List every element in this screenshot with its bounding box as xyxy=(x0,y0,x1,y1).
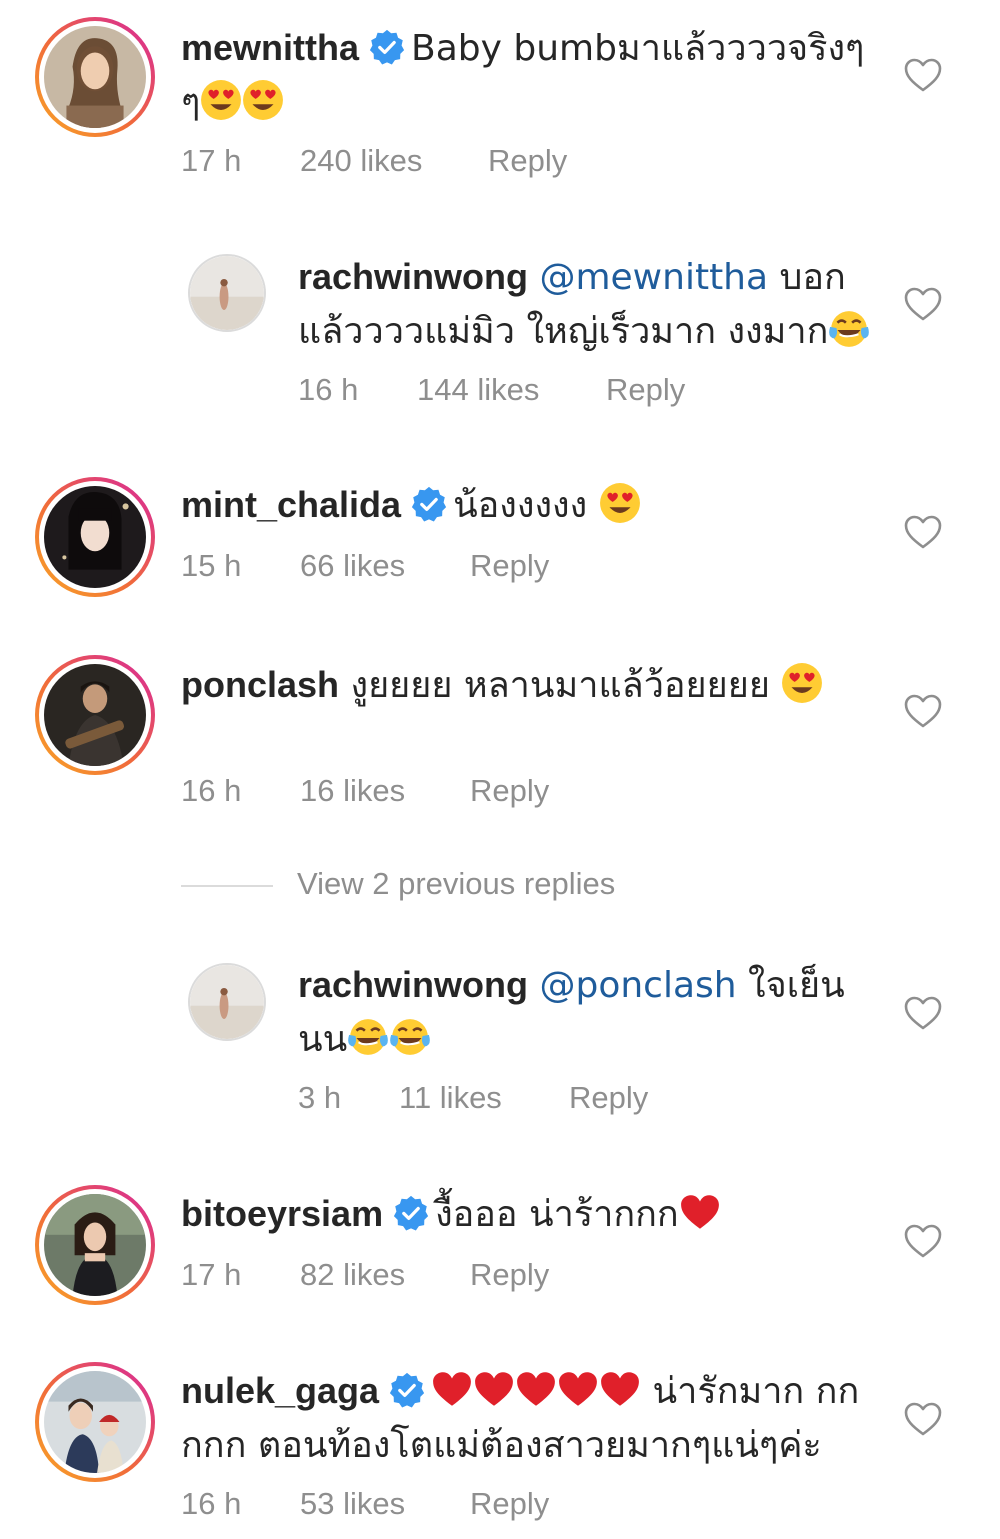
comment-meta: 17 h 240 likes Reply xyxy=(181,143,567,179)
heart-eyes-emoji-icon xyxy=(599,482,641,524)
reply-button[interactable]: Reply xyxy=(488,143,567,179)
divider xyxy=(181,884,273,887)
tears-of-joy-emoji-icon xyxy=(347,1016,389,1058)
verified-badge-icon xyxy=(369,29,405,65)
likes-count[interactable]: 240 likes xyxy=(300,143,488,179)
comment-text: mewnittha Baby bumbมาแล้ววววจริงๆ ๆ xyxy=(181,21,881,130)
heart-eyes-emoji-icon xyxy=(781,662,823,704)
username[interactable]: rachwinwong xyxy=(298,256,528,297)
likes-count[interactable]: 16 likes xyxy=(300,773,470,809)
heart-outline-icon[interactable] xyxy=(903,286,943,322)
likes-count[interactable]: 144 likes xyxy=(417,372,606,408)
username[interactable]: ponclash xyxy=(181,664,339,705)
tears-of-joy-emoji-icon xyxy=(389,1016,431,1058)
comment-meta: 15 h 66 likes Reply xyxy=(181,548,549,584)
avatar[interactable] xyxy=(35,17,155,137)
red-heart-emoji-icon xyxy=(431,1368,473,1410)
red-heart-emoji-icon xyxy=(679,1191,721,1233)
verified-badge-icon xyxy=(411,486,447,522)
comment-meta: 16 h 144 likes Reply xyxy=(298,372,685,408)
heart-eyes-emoji-icon xyxy=(242,79,284,121)
heart-outline-icon[interactable] xyxy=(903,693,943,729)
timestamp: 16 h xyxy=(181,773,242,808)
comment-meta: 17 h 82 likes Reply xyxy=(181,1257,549,1293)
timestamp: 17 h xyxy=(181,1257,242,1292)
timestamp: 17 h xyxy=(181,143,242,178)
comment-meta: 16 h 53 likes Reply xyxy=(181,1486,549,1522)
comment-text: mint_chalida น้องงงงง xyxy=(181,478,881,533)
reply-button[interactable]: Reply xyxy=(569,1080,648,1116)
comment-text: rachwinwong @ponclash ใจเย็น นน xyxy=(298,958,888,1067)
heart-outline-icon[interactable] xyxy=(903,995,943,1031)
red-heart-emoji-icon xyxy=(599,1368,641,1410)
comment-meta: 16 h 16 likes Reply xyxy=(181,773,549,809)
comment-body: น้องงงงง xyxy=(453,485,588,526)
comment-meta: 3 h 11 likes Reply xyxy=(298,1080,648,1116)
timestamp: 16 h xyxy=(298,372,359,407)
reply-button[interactable]: Reply xyxy=(470,1486,549,1522)
username[interactable]: rachwinwong xyxy=(298,964,528,1005)
reply-button[interactable]: Reply xyxy=(470,548,549,584)
red-heart-emoji-icon xyxy=(557,1368,599,1410)
reply-button[interactable]: Reply xyxy=(470,773,549,809)
heart-outline-icon[interactable] xyxy=(903,1223,943,1259)
username[interactable]: mewnittha xyxy=(181,27,359,68)
heart-outline-icon[interactable] xyxy=(903,57,943,93)
username[interactable]: nulek_gaga xyxy=(181,1370,379,1411)
tears-of-joy-emoji-icon xyxy=(828,308,870,350)
timestamp: 3 h xyxy=(298,1080,342,1115)
timestamp: 15 h xyxy=(181,548,242,583)
mention-link[interactable]: @mewnittha xyxy=(539,257,768,298)
avatar[interactable] xyxy=(188,254,266,332)
verified-badge-icon xyxy=(393,1195,429,1231)
likes-count[interactable]: 66 likes xyxy=(300,548,470,584)
likes-count[interactable]: 53 likes xyxy=(300,1486,470,1522)
reply-button[interactable]: Reply xyxy=(606,372,685,408)
reply-button[interactable]: Reply xyxy=(470,1257,549,1293)
avatar[interactable] xyxy=(35,655,155,775)
avatar[interactable] xyxy=(35,1362,155,1482)
view-previous-replies-label[interactable]: View 2 previous replies xyxy=(297,866,615,901)
heart-outline-icon[interactable] xyxy=(903,514,943,550)
red-heart-emoji-icon xyxy=(515,1368,557,1410)
comment-text: ponclash งูยยยย หลานมาแล้ว้อยยยย xyxy=(181,658,881,713)
heart-outline-icon[interactable] xyxy=(903,1401,943,1437)
timestamp: 16 h xyxy=(181,1486,242,1521)
comment-text: rachwinwong @mewnittha บอกแล้ววววแม่มิว … xyxy=(298,250,888,359)
username[interactable]: mint_chalida xyxy=(181,484,401,525)
comment-body: งูยยยย หลานมาแล้ว้อยยยย xyxy=(350,665,770,706)
verified-badge-icon xyxy=(389,1372,425,1408)
likes-count[interactable]: 11 likes xyxy=(399,1080,569,1116)
avatar[interactable] xyxy=(188,963,266,1041)
view-previous-replies[interactable]: View 2 previous replies xyxy=(181,866,615,902)
username[interactable]: bitoeyrsiam xyxy=(181,1193,383,1234)
comment-text: nulek_gaga น่ารักมาก กกกกก ตอนท้องโตแม่ต… xyxy=(181,1364,881,1473)
avatar[interactable] xyxy=(35,477,155,597)
mention-link[interactable]: @ponclash xyxy=(539,965,736,1006)
heart-eyes-emoji-icon xyxy=(200,79,242,121)
likes-count[interactable]: 82 likes xyxy=(300,1257,470,1293)
comment-text: bitoeyrsiam งื้อออ น่าร้ากกก xyxy=(181,1187,881,1242)
comment-body: งื้อออ น่าร้ากกก xyxy=(435,1194,679,1235)
red-heart-emoji-icon xyxy=(473,1368,515,1410)
avatar[interactable] xyxy=(35,1185,155,1305)
